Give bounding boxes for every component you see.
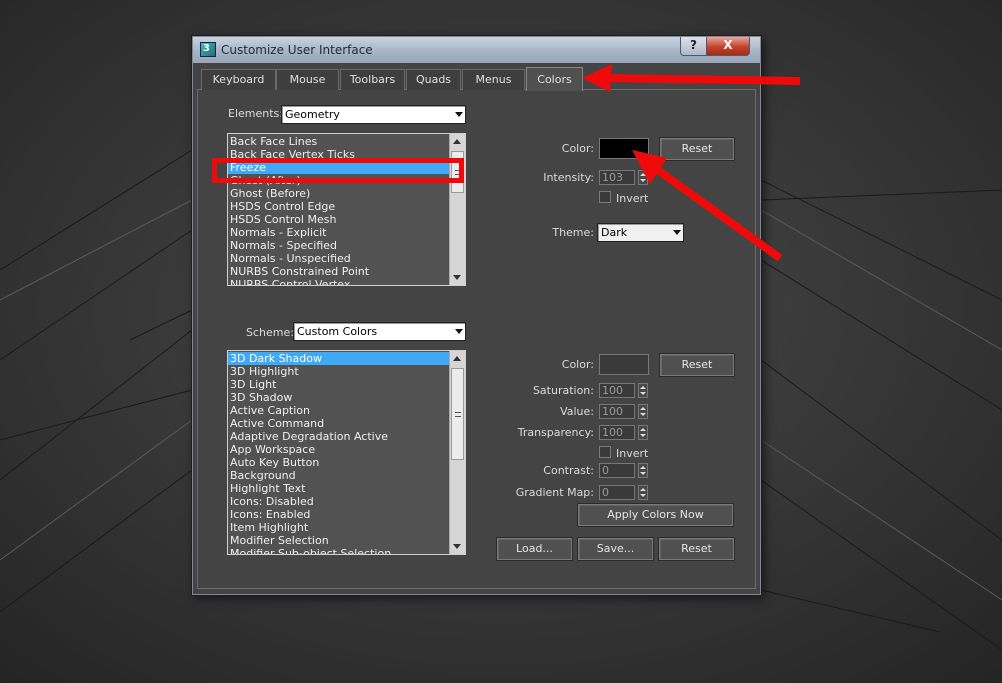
annotation-arrows: [582, 64, 801, 262]
arrow-to-colors-tab: [582, 64, 801, 92]
arrow-to-color-swatch: [632, 150, 783, 262]
